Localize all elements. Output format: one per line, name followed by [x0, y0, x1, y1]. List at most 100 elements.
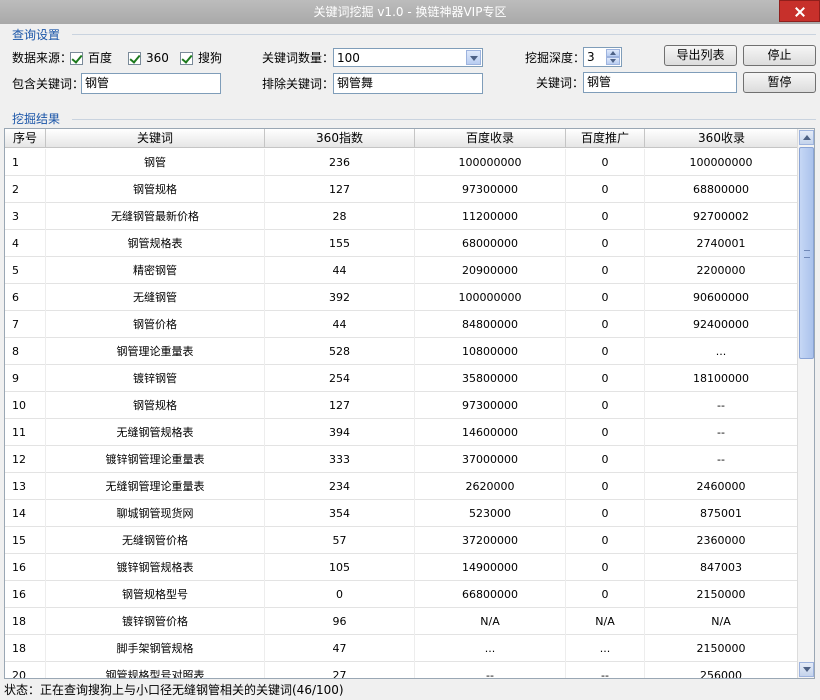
spin-up-icon[interactable]	[606, 49, 620, 57]
cell-index: 16	[5, 554, 46, 581]
cell-baidu-indexed: 10800000	[415, 338, 566, 365]
cell-baidu-indexed: ...	[415, 635, 566, 662]
cell-baidu-indexed: 11200000	[415, 203, 566, 230]
cell-baidu-indexed: 20900000	[415, 257, 566, 284]
title-bar: 关键词挖掘 v1.0 - 换链神器VIP专区	[0, 0, 820, 24]
cell-index: 18	[5, 608, 46, 635]
cell-baidu-indexed: 97300000	[415, 392, 566, 419]
cell-360-index: 155	[265, 230, 415, 257]
cell-360-index: 127	[265, 176, 415, 203]
table-row[interactable]: 1 钢管 236 100000000 0 100000000	[5, 149, 798, 176]
cell-baidu-indexed: 35800000	[415, 365, 566, 392]
cell-360-indexed: --	[645, 392, 798, 419]
scroll-down-icon[interactable]	[799, 662, 814, 677]
cell-baidu-indexed: N/A	[415, 608, 566, 635]
cell-360-indexed: 90600000	[645, 284, 798, 311]
cell-baidu-promo: 0	[566, 176, 645, 203]
exclude-keyword-input[interactable]: 钢管舞	[333, 73, 483, 94]
table-row[interactable]: 10 钢管规格 127 97300000 0 --	[5, 392, 798, 419]
table-row[interactable]: 3 无缝钢管最新价格 28 11200000 0 92700002	[5, 203, 798, 230]
scroll-up-icon[interactable]	[799, 130, 814, 145]
source-sogou-checkbox[interactable]	[180, 52, 193, 65]
spin-down-icon[interactable]	[606, 57, 620, 65]
table-row[interactable]: 9 镀锌钢管 254 35800000 0 18100000	[5, 365, 798, 392]
cell-keyword: 钢管规格型号	[46, 581, 265, 608]
column-header-baidu-promo[interactable]: 百度推广	[566, 129, 645, 148]
keyword-count-select[interactable]: 100	[333, 48, 483, 67]
table-row[interactable]: 6 无缝钢管 392 100000000 0 90600000	[5, 284, 798, 311]
include-keyword-input[interactable]: 钢管	[81, 73, 221, 94]
cell-keyword: 钢管	[46, 149, 265, 176]
table-row[interactable]: 14 聊城钢管现货网 354 523000 0 875001	[5, 500, 798, 527]
column-header-baidu-indexed[interactable]: 百度收录	[415, 129, 566, 148]
cell-360-indexed: 18100000	[645, 365, 798, 392]
table-row[interactable]: 8 钢管理论重量表 528 10800000 0...	[5, 338, 798, 365]
exclude-keyword-label: 排除关键词：	[262, 77, 335, 91]
cell-keyword: 无缝钢管最新价格	[46, 203, 265, 230]
cell-baidu-promo: 0	[566, 446, 645, 473]
cell-index: 13	[5, 473, 46, 500]
cell-baidu-indexed: 84800000	[415, 311, 566, 338]
group-divider	[72, 34, 816, 35]
table-row[interactable]: 15 无缝钢管价格 57 37200000 0 2360000	[5, 527, 798, 554]
cell-index: 12	[5, 446, 46, 473]
cell-keyword: 镀锌钢管价格	[46, 608, 265, 635]
table-row[interactable]: 5 精密钢管 44 20900000 0 2200000	[5, 257, 798, 284]
column-header-360-indexed[interactable]: 360收录	[645, 129, 798, 148]
results-table[interactable]: 序号 关键词 360指数 百度收录 百度推广 360收录 1 钢管 236 10000…	[4, 128, 815, 679]
cell-index: 18	[5, 635, 46, 662]
cell-keyword: 精密钢管	[46, 257, 265, 284]
export-list-button[interactable]: 导出列表	[664, 45, 737, 66]
table-row[interactable]: 13 无缝钢管理论重量表 234 2620000 0 2460000	[5, 473, 798, 500]
table-row[interactable]: 7 钢管价格 44 84800000 0 92400000	[5, 311, 798, 338]
cell-baidu-promo: 0	[566, 338, 645, 365]
cell-baidu-promo: 0	[566, 230, 645, 257]
cell-baidu-promo: 0	[566, 284, 645, 311]
table-row[interactable]: 18 脚手架钢管规格 47...... 2150000	[5, 635, 798, 662]
cell-baidu-indexed: 37200000	[415, 527, 566, 554]
depth-stepper[interactable]: 3	[583, 47, 622, 67]
column-header-keyword[interactable]: 关键词	[46, 129, 265, 148]
keyword-input[interactable]: 钢管	[583, 72, 737, 93]
table-row[interactable]: 11 无缝钢管规格表 394 14600000 0 --	[5, 419, 798, 446]
cell-baidu-indexed: 100000000	[415, 284, 566, 311]
cell-baidu-indexed: --	[415, 662, 566, 678]
source-360-checkbox[interactable]	[128, 52, 141, 65]
table-row[interactable]: 16 钢管规格型号 0 66800000 0 2150000	[5, 581, 798, 608]
table-row[interactable]: 12 镀锌钢管理论重量表 333 37000000 0 --	[5, 446, 798, 473]
cell-baidu-promo: N/A	[566, 608, 645, 635]
table-row[interactable]: 20 钢管规格型号对照表 27 -- -- 256000	[5, 662, 798, 678]
table-row[interactable]: 2 钢管规格 127 97300000 0 68800000	[5, 176, 798, 203]
chevron-down-icon[interactable]	[466, 50, 481, 65]
column-header-index[interactable]: 序号	[5, 129, 46, 148]
cell-baidu-promo: 0	[566, 392, 645, 419]
stop-button[interactable]: 停止	[743, 45, 816, 66]
cell-keyword: 钢管规格型号对照表	[46, 662, 265, 678]
cell-index: 10	[5, 392, 46, 419]
cell-keyword: 钢管规格表	[46, 230, 265, 257]
depth-label: 挖掘深度：	[525, 51, 586, 65]
keyword-count-value: 100	[337, 51, 360, 65]
column-header-360-index[interactable]: 360指数	[265, 129, 415, 148]
scroll-thumb[interactable]	[799, 147, 814, 359]
table-row[interactable]: 16 镀锌钢管规格表 105 14900000 0 847003	[5, 554, 798, 581]
cell-baidu-promo: 0	[566, 500, 645, 527]
table-row[interactable]: 4 钢管规格表 155 68000000 0 2740001	[5, 230, 798, 257]
table-header: 序号 关键词 360指数 百度收录 百度推广 360收录	[5, 129, 798, 148]
cell-360-index: 528	[265, 338, 415, 365]
cell-baidu-promo: --	[566, 662, 645, 678]
vertical-scrollbar[interactable]	[797, 129, 814, 678]
cell-baidu-indexed: 66800000	[415, 581, 566, 608]
cell-keyword: 钢管规格	[46, 176, 265, 203]
table-row[interactable]: 18 镀锌钢管价格 96 N/A N/A N/A	[5, 608, 798, 635]
cell-index: 15	[5, 527, 46, 554]
source-baidu-label: 百度	[88, 51, 113, 65]
cell-index: 14	[5, 500, 46, 527]
source-baidu-checkbox[interactable]	[70, 52, 83, 65]
cell-index: 11	[5, 419, 46, 446]
cell-index: 8	[5, 338, 46, 365]
cell-360-index: 127	[265, 392, 415, 419]
close-button[interactable]	[779, 0, 820, 22]
cell-keyword: 无缝钢管价格	[46, 527, 265, 554]
pause-button[interactable]: 暂停	[743, 72, 816, 93]
